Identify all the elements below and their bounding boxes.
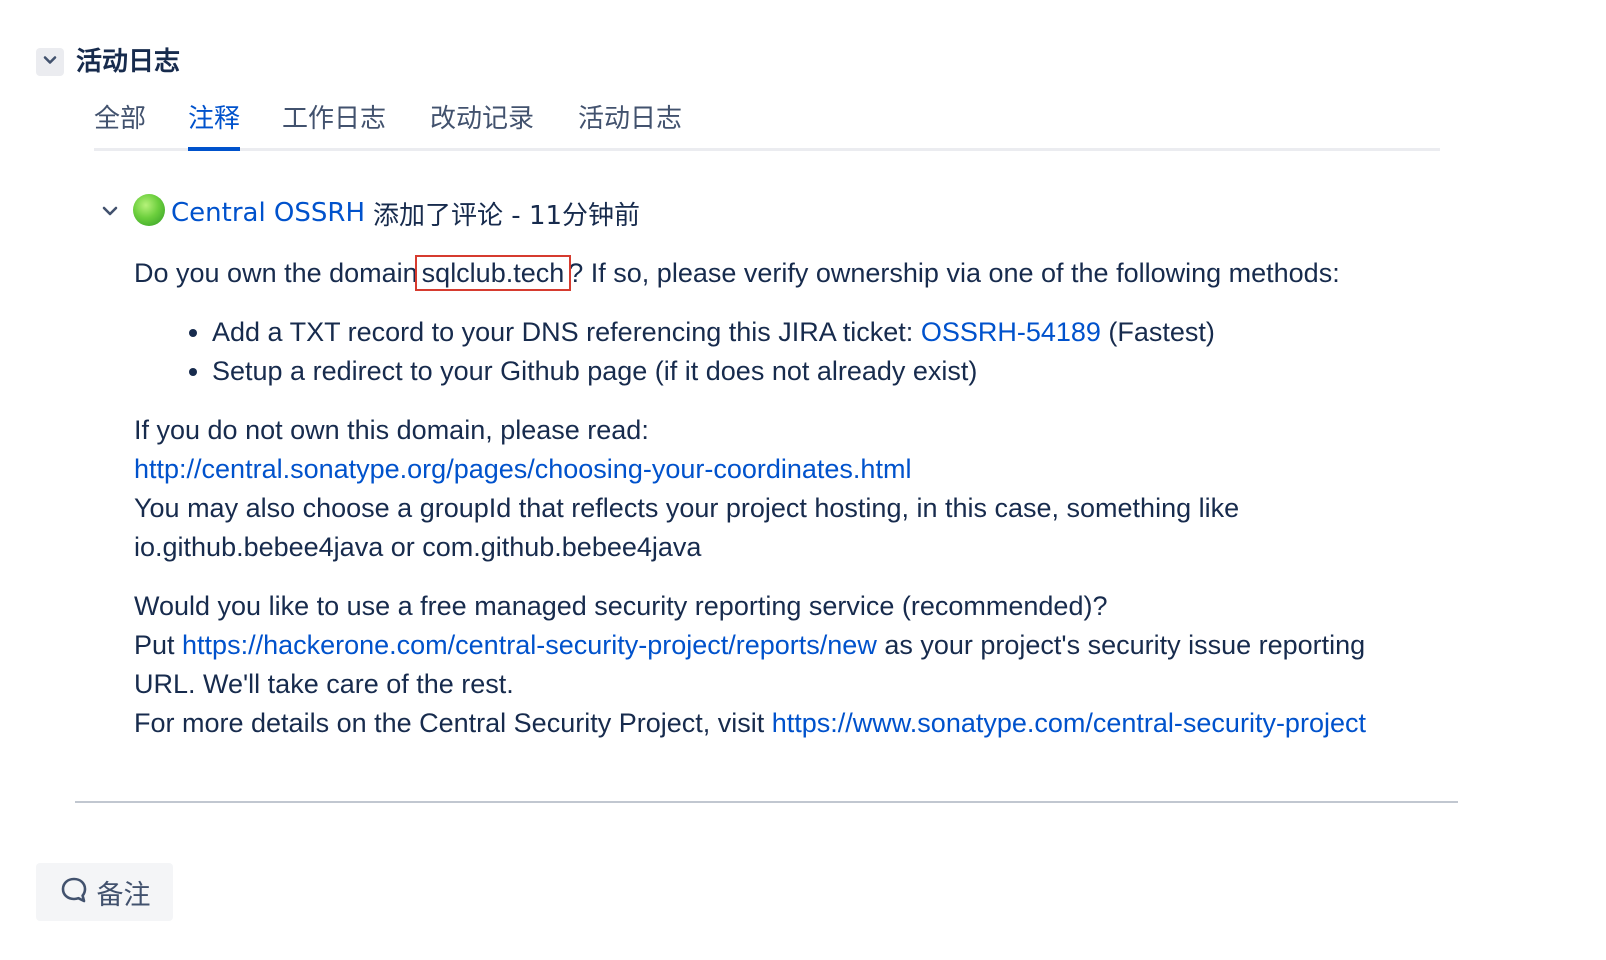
comment-body: Do you own the domain sqlclub.tech? If so… xyxy=(134,254,1434,743)
tab-all[interactable]: 全部 xyxy=(94,96,146,148)
comment-paragraph: If you do not own this domain, please re… xyxy=(134,411,1434,567)
tab-comments[interactable]: 注释 xyxy=(188,96,241,151)
activity-section-header: 活动日志 xyxy=(36,42,180,82)
note-button-label: 备注 xyxy=(96,879,151,911)
comment-icon xyxy=(59,875,89,909)
comment-text: If you do not own this domain, please re… xyxy=(134,415,649,445)
ticket-link[interactable]: OSSRH-54189 xyxy=(921,317,1101,347)
section-title: 活动日志 xyxy=(76,47,181,77)
author-link[interactable]: Central OSSRH xyxy=(171,198,365,228)
comment-paragraph: Would you like to use a free managed sec… xyxy=(134,587,1434,743)
highlighted-domain: sqlclub.tech xyxy=(414,255,572,291)
comment-text: Put xyxy=(134,630,183,660)
comment-text: You may also choose a groupId that refle… xyxy=(134,493,1240,562)
comment-header: Central OSSRH 添加了评论 - 11分钟前 xyxy=(100,190,640,236)
comment-text: Would you like to use a free managed sec… xyxy=(134,591,1108,621)
hackerone-link[interactable]: https://hackerone.com/central-security-p… xyxy=(182,630,877,660)
section-toggle-button[interactable] xyxy=(36,48,64,76)
comment-text: Add a TXT record to your DNS referencing… xyxy=(212,317,921,347)
verification-methods-list: Add a TXT record to your DNS referencing… xyxy=(134,313,1434,391)
chevron-down-icon xyxy=(100,201,120,225)
divider xyxy=(75,801,1458,803)
avatar[interactable] xyxy=(133,194,165,226)
comment-text: (Fastest) xyxy=(1100,317,1215,347)
comment-text: ? If so, please verify ownership via one… xyxy=(568,258,1340,288)
tab-history[interactable]: 改动记录 xyxy=(430,96,534,148)
security-project-link[interactable]: https://www.sonatype.com/central-securit… xyxy=(772,708,1366,738)
comment-paragraph: Do you own the domain sqlclub.tech? If so… xyxy=(134,254,1434,293)
collapse-comment-button[interactable] xyxy=(100,203,120,223)
comment-text: For more details on the Central Security… xyxy=(134,708,772,738)
comment-meta: 添加了评论 - 11分钟前 xyxy=(373,200,641,231)
coordinates-link[interactable]: http://central.sonatype.org/pages/choosi… xyxy=(134,454,911,484)
comment-text: Setup a redirect to your Github page (if… xyxy=(212,356,978,386)
add-note-button[interactable]: 备注 xyxy=(36,863,173,921)
comment-text: Do you own the domain xyxy=(134,258,418,288)
tab-work-log[interactable]: 工作日志 xyxy=(282,96,386,148)
list-item: Add a TXT record to your DNS referencing… xyxy=(212,313,1434,352)
list-item: Setup a redirect to your Github page (if… xyxy=(212,352,1434,391)
chevron-down-icon xyxy=(41,51,59,73)
tab-activity[interactable]: 活动日志 xyxy=(578,96,682,148)
activity-tabs: 全部 注释 工作日志 改动记录 活动日志 xyxy=(94,96,1440,151)
